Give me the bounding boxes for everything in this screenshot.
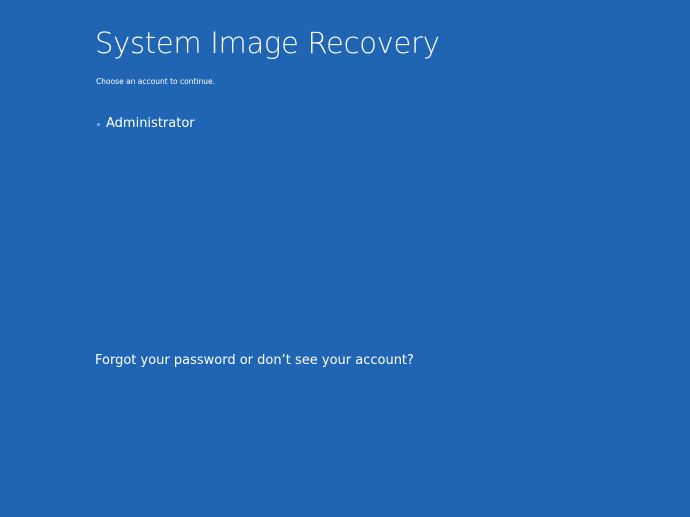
account-item-administrator[interactable]: Administrator <box>95 113 295 135</box>
page-subtitle: Choose an account to continue. <box>96 77 215 86</box>
account-list: Administrator <box>95 113 295 135</box>
bullet-icon <box>97 122 100 126</box>
recovery-screen: System Image Recovery Choose an account … <box>0 0 690 517</box>
account-label: Administrator <box>106 116 195 131</box>
forgot-password-link[interactable]: Forgot your password or don’t see your a… <box>95 351 414 371</box>
page-title: System Image Recovery <box>95 26 440 60</box>
